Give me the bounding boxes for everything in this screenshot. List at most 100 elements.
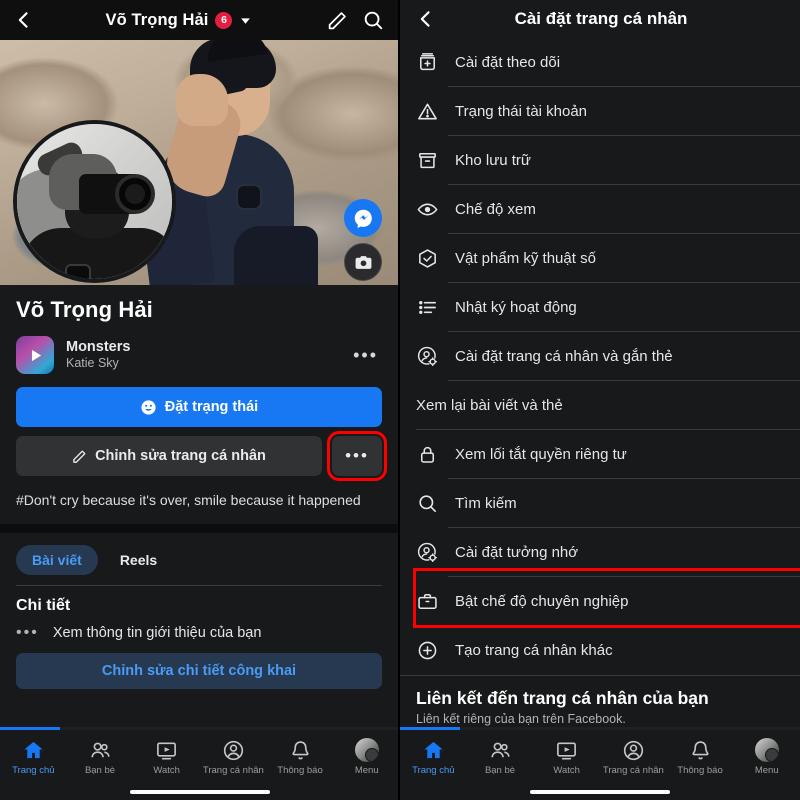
menu-label: Trạng thái tài khoản (455, 103, 588, 120)
menu-item-professional-mode[interactable]: Bật chế độ chuyên nghiệp (400, 577, 800, 626)
lock-icon (416, 443, 439, 466)
nav-item-profile[interactable]: Trang cá nhân (600, 739, 667, 776)
pencil-icon (72, 449, 87, 464)
menu-label: Cài đặt tưởng nhớ (455, 544, 579, 561)
music-artwork (16, 336, 54, 374)
cover-camera-button[interactable] (344, 243, 382, 281)
edit-profile-button[interactable]: Chỉnh sửa trang cá nhân (16, 436, 322, 476)
nav-item-profile[interactable]: Trang cá nhân (200, 739, 267, 776)
eye-icon (416, 198, 439, 221)
tab-reels[interactable]: Reels (104, 545, 173, 575)
bottom-nav-left: Trang chủ Bạn bè Watch Trang cá nhân Thô… (0, 727, 398, 800)
home-indicator (0, 784, 398, 800)
menu-item-activity-log[interactable]: Nhật ký hoạt động (400, 283, 800, 332)
menu-item-digital-items[interactable]: Vật phẩm kỹ thuật số (400, 234, 800, 283)
profile-bio: #Don't cry because it's over, smile beca… (16, 492, 361, 508)
nav-label-menu: Menu (354, 765, 379, 776)
plus-circle-icon (416, 639, 439, 662)
archive-icon (416, 149, 439, 172)
messenger-button[interactable] (344, 199, 382, 237)
warning-triangle-icon (416, 100, 439, 123)
profile-action-row: Chỉnh sửa trang cá nhân ••• (16, 431, 387, 481)
menu-item-privacy-shortcuts[interactable]: Xem lối tắt quyền riêng tư (400, 430, 800, 479)
nav-item-menu[interactable]: Menu (333, 738, 398, 776)
nav-item-friends[interactable]: Bạn bè (67, 739, 134, 776)
menu-item-account-status[interactable]: Trạng thái tài khoản (400, 87, 800, 136)
music-more-button[interactable]: ••• (353, 345, 382, 366)
pencil-icon[interactable] (327, 10, 348, 31)
friends-icon (89, 739, 112, 762)
person-gear-icon (416, 345, 439, 368)
nav-item-home[interactable]: Trang chủ (400, 739, 467, 776)
nav-item-notifications[interactable]: Thông báo (667, 739, 734, 776)
menu-avatar-icon (354, 738, 379, 762)
nav-item-notifications[interactable]: Thông báo (267, 739, 334, 776)
nav-item-watch[interactable]: Watch (533, 739, 600, 776)
top-bar-actions (318, 9, 384, 31)
cover-photo[interactable] (0, 40, 398, 285)
nav-active-indicator (0, 727, 398, 730)
nav-label-watch: Watch (153, 764, 180, 776)
tab-posts[interactable]: Bài viết (16, 545, 98, 576)
menu-item-create-another-profile[interactable]: Tạo trang cá nhân khác (400, 626, 800, 675)
friends-icon (489, 739, 512, 762)
back-button[interactable] (14, 10, 40, 30)
list-icon (416, 296, 439, 319)
right-screen-profile-settings: Cài đặt trang cá nhân Cài đặt theo dõi T… (400, 0, 800, 800)
nav-items: Trang chủ Bạn bè Watch Trang cá nhân Thô… (0, 730, 398, 784)
profile-link-section: Liên kết đến trang cá nhân của bạn Liên … (400, 675, 800, 726)
nav-label-profile: Trang cá nhân (602, 764, 664, 776)
play-icon (16, 336, 54, 374)
menu-item-follow-settings[interactable]: Cài đặt theo dõi (400, 38, 800, 87)
camera-icon (354, 253, 373, 272)
smiley-icon (140, 399, 157, 416)
details-about-row[interactable]: ••• Xem thông tin giới thiệu của bạn (16, 615, 382, 642)
nav-label-friends: Bạn bè (484, 764, 516, 776)
menu-label: Cài đặt trang cá nhân và gắn thẻ (455, 348, 673, 365)
profile-music-row[interactable]: Monsters Katie Sky ••• (16, 336, 382, 374)
nav-item-friends[interactable]: Bạn bè (467, 739, 534, 776)
details-about-label: Xem thông tin giới thiệu của bạn (52, 625, 262, 642)
profile-more-button[interactable]: ••• (327, 431, 387, 481)
nav-label-profile: Trang cá nhân (202, 764, 264, 776)
chevron-down-icon[interactable] (239, 14, 252, 27)
set-status-button[interactable]: Đặt trạng thái (16, 387, 382, 427)
bottom-nav-right: Trang chủ Bạn bè Watch Trang cá nhân Thô… (400, 727, 800, 800)
bell-icon (289, 739, 312, 762)
nav-item-menu[interactable]: Menu (733, 738, 800, 776)
menu-label: Bật chế độ chuyên nghiệp (455, 593, 629, 610)
nav-active-indicator (400, 727, 800, 730)
profile-link-subtitle: Liên kết riêng của bạn trên Facebook. (416, 712, 626, 726)
menu-item-memorialization[interactable]: Cài đặt tưởng nhớ (400, 528, 800, 577)
menu-label: Cài đặt theo dõi (455, 54, 561, 71)
nav-item-watch[interactable]: Watch (133, 739, 200, 776)
music-meta: Monsters Katie Sky (66, 338, 341, 372)
menu-label: Tạo trang cá nhân khác (455, 642, 613, 659)
profile-title-group[interactable]: Võ Trọng Hải 6 (40, 11, 318, 30)
edit-public-details-button[interactable]: Chỉnh sửa chi tiết công khai (16, 653, 382, 690)
page-title: Võ Trọng Hải (105, 10, 209, 29)
cover-photo-subject (138, 40, 318, 285)
menu-item-archive[interactable]: Kho lưu trữ (400, 136, 800, 185)
music-artist: Katie Sky (66, 356, 119, 371)
hexagon-check-icon (416, 247, 439, 270)
home-indicator (400, 784, 800, 800)
search-icon[interactable] (362, 9, 384, 31)
nav-item-home[interactable]: Trang chủ (0, 739, 67, 776)
avatar[interactable] (13, 120, 176, 283)
bell-icon (689, 739, 712, 762)
menu-item-search[interactable]: Tìm kiếm (400, 479, 800, 528)
right-top-bar: Cài đặt trang cá nhân (400, 0, 800, 38)
home-icon (422, 739, 445, 762)
status-badge: 6 (215, 11, 233, 29)
nav-label-watch: Watch (553, 764, 580, 776)
person-gear-icon (416, 541, 439, 564)
nav-label-friends: Bạn bè (84, 764, 116, 776)
menu-avatar-icon (754, 738, 779, 762)
menu-item-review-posts-tags[interactable]: Xem lại bài viết và thẻ (400, 381, 800, 430)
profile-name: Võ Trọng Hải (16, 297, 153, 322)
menu-item-profile-tagging[interactable]: Cài đặt trang cá nhân và gắn thẻ (400, 332, 800, 381)
menu-item-view-mode[interactable]: Chế độ xem (400, 185, 800, 234)
dual-screenshot: Võ Trọng Hải 6 Võ Trọng Hải Monsters Kat… (0, 0, 800, 800)
details-section-title: Chi tiết (16, 597, 71, 615)
